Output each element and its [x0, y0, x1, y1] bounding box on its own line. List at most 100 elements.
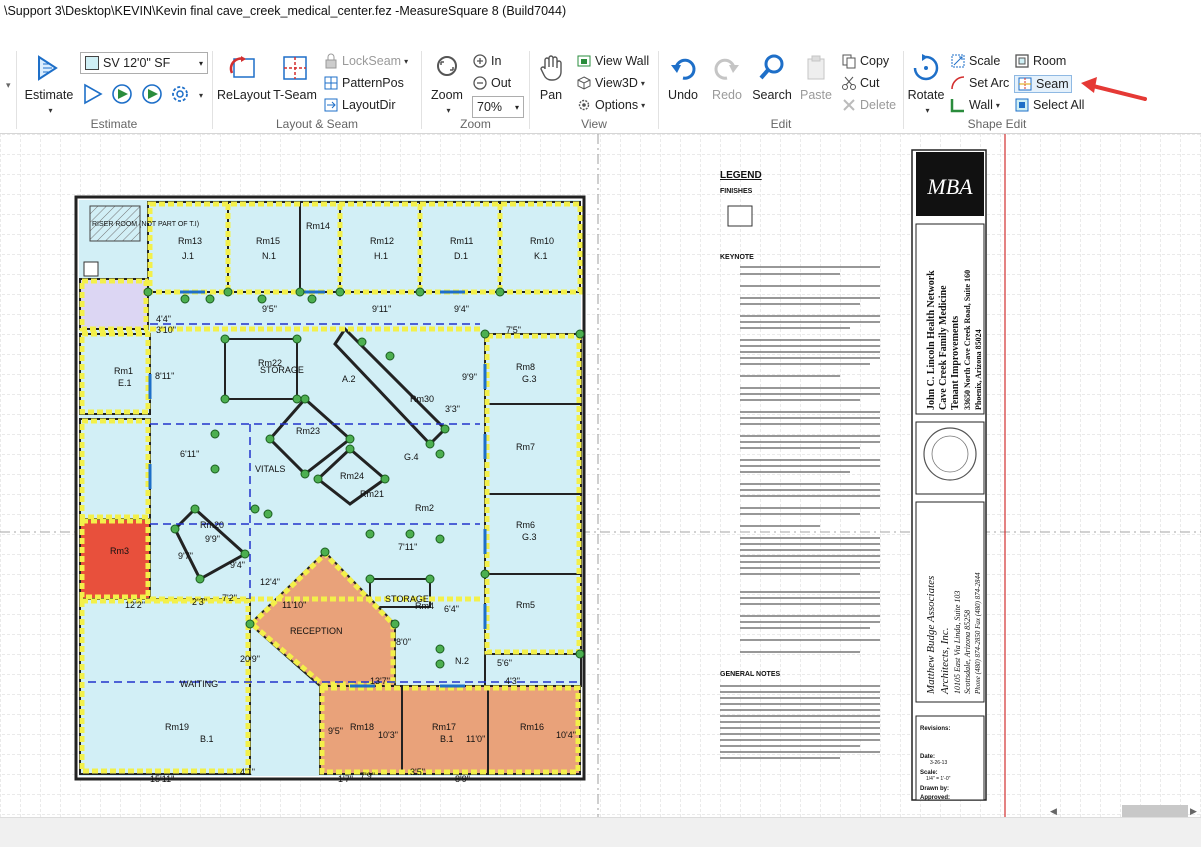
- room-code-label: G.3: [522, 532, 537, 542]
- delete-button[interactable]: Delete: [841, 97, 896, 113]
- color-swatch: [85, 56, 99, 70]
- svg-text:4'4": 4'4": [156, 314, 171, 324]
- zoom-percent-select[interactable]: 70% ▾: [472, 96, 524, 118]
- layout-seam-group: ReLayout T-Seam LockSeam ▾ PatternPos Lay…: [217, 53, 409, 131]
- estimate-button[interactable]: Estimate ▾: [24, 53, 74, 116]
- scroll-right-arrow-icon[interactable]: ▶: [1190, 806, 1197, 817]
- room-name-label: Rm2: [415, 503, 434, 513]
- arc-icon: [951, 76, 965, 90]
- relayout-button[interactable]: ReLayout: [217, 53, 271, 102]
- undo-button[interactable]: Undo: [663, 53, 703, 102]
- drawnby-label: Drawn by:: [920, 786, 949, 792]
- svg-text:6'4": 6'4": [444, 604, 459, 614]
- room-tag-sample: [727, 205, 753, 227]
- svg-text:10'3": 10'3": [378, 730, 398, 740]
- svg-text:10'4": 10'4": [556, 730, 576, 740]
- tseam-button[interactable]: T-Seam: [271, 53, 319, 102]
- pan-button[interactable]: Pan: [534, 53, 568, 102]
- chevron-down-icon: ▾: [446, 106, 451, 115]
- room-code-label: G.4: [404, 452, 419, 462]
- overflow-caret-icon[interactable]: ▾: [6, 80, 11, 91]
- room-name-label: Rm14: [306, 221, 330, 231]
- svg-text:33650 North Cave Creek Road, S: 33650 North Cave Creek Road, Suite 160: [963, 270, 972, 410]
- svg-text:7'9": 7'9": [360, 771, 375, 781]
- room-name-label: Rm11: [450, 236, 473, 246]
- layoutdir-button[interactable]: LayoutDir: [323, 97, 396, 113]
- svg-text:7'5": 7'5": [506, 325, 521, 335]
- ribbon: ▾ Estimate ▾ SV 12'0" SF ▾ ▾ Estimate Re…: [0, 47, 1201, 134]
- search-icon: [759, 54, 784, 80]
- svg-text:Architects, Inc.: Architects, Inc.: [939, 628, 951, 695]
- svg-text:11'0": 11'0": [466, 734, 485, 744]
- room-name-label: Rm24: [340, 471, 364, 481]
- zoom-out-button[interactable]: Out: [472, 75, 511, 91]
- room-code-label: B.1: [200, 734, 214, 744]
- svg-text:9'9": 9'9": [205, 534, 220, 544]
- scroll-left-arrow-icon[interactable]: ◀: [1050, 806, 1057, 817]
- viewwall-button[interactable]: View Wall: [576, 53, 649, 69]
- product-combo[interactable]: SV 12'0" SF ▾: [80, 52, 208, 74]
- waiting-label: WAITING: [180, 679, 218, 689]
- vitals-label: VITALS: [255, 464, 285, 474]
- relayout-icon: [229, 56, 255, 78]
- svg-text:1'7": 1'7": [338, 774, 353, 784]
- svg-text:Cave Creek Family Medicine: Cave Creek Family Medicine: [938, 285, 949, 410]
- scale-button[interactable]: Scale: [950, 53, 1000, 69]
- cut-button[interactable]: Cut: [841, 75, 879, 91]
- seam-button[interactable]: Seam: [1014, 75, 1072, 93]
- svg-text:Phone (480) 874-2850 Fax (48: Phone (480) 874-2850 Fax (480) 874-2844: [974, 572, 982, 695]
- svg-text:4'1": 4'1": [240, 767, 255, 777]
- room-name-label: Rm10: [530, 236, 554, 246]
- storage-label: STORAGE: [385, 594, 429, 604]
- svg-text:5'6": 5'6": [497, 658, 512, 668]
- svg-text:4'3": 4'3": [505, 676, 520, 686]
- svg-text:15'11": 15'11": [150, 774, 174, 784]
- options-button[interactable]: Options ▾: [576, 97, 645, 113]
- status-bar: [0, 817, 1201, 847]
- patternpos-button[interactable]: PatternPos: [323, 75, 404, 91]
- lockseam-button[interactable]: LockSeam ▾: [323, 53, 408, 69]
- room-name-label: Rm7: [516, 442, 535, 452]
- estimate-tool-icons[interactable]: ▾: [82, 83, 208, 105]
- zoom-in-button[interactable]: In: [472, 53, 501, 69]
- floor-plan-svg[interactable]: Rm13 J.1 Rm15 N.1 Rm14 Rm12 H.1 Rm11 D.1 Rm1…: [0, 134, 1201, 817]
- selectall-button[interactable]: Select All: [1014, 97, 1084, 113]
- room-code-label: G.3: [522, 374, 537, 384]
- zoom-button[interactable]: Zoom ▾: [426, 53, 468, 116]
- room-code-label: H.1: [374, 251, 388, 261]
- estimate-group: Estimate ▾ SV 12'0" SF ▾ ▾ Estimate: [16, 47, 212, 133]
- view3d-button[interactable]: View3D ▾: [576, 75, 645, 91]
- svg-text:7'11": 7'11": [398, 542, 417, 552]
- drawing-canvas[interactable]: Rm13 J.1 Rm15 N.1 Rm14 Rm12 H.1 Rm11 D.1 Rm1…: [0, 134, 1201, 817]
- lock-icon: [325, 53, 337, 69]
- chevron-down-icon: ▾: [640, 78, 645, 88]
- chevron-down-icon: ▾: [514, 102, 519, 112]
- redo-button[interactable]: Redo: [707, 53, 747, 102]
- annotation-arrow-icon: [1081, 77, 1147, 101]
- revisions-label: Revisions:: [920, 726, 950, 732]
- svg-text:12'2": 12'2": [125, 600, 145, 610]
- setarc-button[interactable]: Set Arc: [950, 75, 1009, 91]
- room-name-label: Rm16: [520, 722, 544, 732]
- direction-icon: [324, 98, 338, 112]
- scale-icon: [951, 54, 965, 68]
- paste-button[interactable]: Paste: [797, 53, 835, 102]
- room-name-label: Rm13: [178, 236, 202, 246]
- svg-text:10105 East Via Linda, Suite 10: 10105 East Via Linda, Suite 103: [953, 591, 962, 694]
- rotate-button[interactable]: Rotate ▾: [906, 53, 946, 116]
- svg-text:3'5": 3'5": [410, 767, 425, 777]
- svg-text:9'11": 9'11": [372, 304, 391, 314]
- chevron-down-icon: ▾: [198, 58, 203, 68]
- title-bar: \Support 3\Desktop\KEVIN\Kevin final cav…: [0, 0, 1201, 25]
- keynote-title: KEYNOTE: [720, 254, 754, 261]
- room-code-label: N.2: [455, 656, 469, 666]
- svg-text:9'7": 9'7": [178, 551, 193, 561]
- room-code-label: J.1: [182, 251, 194, 261]
- view-group: Pan View Wall View3D ▾ Options ▾ View: [530, 47, 658, 133]
- room-code-label: B.1: [440, 734, 454, 744]
- search-button[interactable]: Search: [751, 53, 793, 102]
- room-name-label: Rm6: [516, 520, 535, 530]
- room-button[interactable]: Room: [1014, 53, 1066, 69]
- copy-button[interactable]: Copy: [841, 53, 889, 69]
- wall-button[interactable]: Wall ▾: [950, 97, 1000, 113]
